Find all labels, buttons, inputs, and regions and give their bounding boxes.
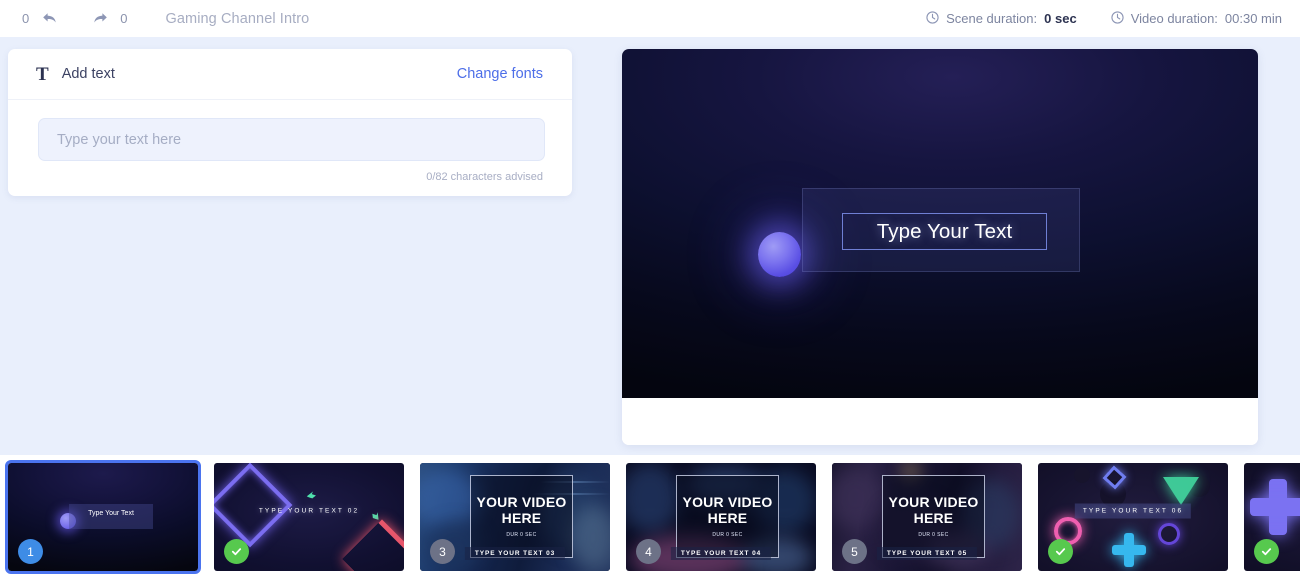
add-text-body: 0/82 characters advised <box>8 100 572 183</box>
video-preview-stage[interactable]: Type Your Text <box>622 49 1258 398</box>
neon-chevron-icon <box>342 519 404 571</box>
scene-number-badge: 4 <box>636 539 661 564</box>
redo-count: 0 <box>120 11 128 26</box>
add-text-header: T Add text Change fonts <box>8 49 572 100</box>
video-duration-label: Video duration: <box>1130 11 1218 26</box>
neon-triangle-icon <box>1163 477 1199 505</box>
scene-3-video-title: YOUR VIDEO HERE <box>476 494 567 526</box>
scene-number-badge: 5 <box>842 539 867 564</box>
scene-thumbnail-1[interactable]: Type Your Text 1 <box>5 460 201 574</box>
document-title[interactable]: Gaming Channel Intro <box>165 11 309 27</box>
scene-text-input[interactable] <box>38 118 545 161</box>
scene-thumbnail-7[interactable] <box>1244 463 1300 571</box>
scene-6-caption: TYPE YOUR TEXT 06 <box>1074 503 1192 519</box>
scene-4-caption: TYPE YOUR TEXT 04 <box>670 547 772 560</box>
video-placeholder-frame: YOUR VIDEO HERE DUR 0 SEC <box>470 475 573 558</box>
dark-circle-shape <box>1074 467 1090 483</box>
scene-4-video-title: YOUR VIDEO HERE <box>682 494 773 526</box>
scene-check-badge <box>1254 539 1279 564</box>
neon-diamond-icon <box>214 463 293 548</box>
scene-number-badge: 3 <box>430 539 455 564</box>
scene-5-video-title: YOUR VIDEO HERE <box>888 494 979 526</box>
scene-number-badge: 1 <box>18 539 43 564</box>
scene-2-caption: TYPE YOUR TEXT 02 <box>258 507 360 515</box>
scene-thumbnail-2[interactable]: TYPE YOUR TEXT 02 <box>214 463 404 571</box>
scene-check-badge <box>1048 539 1073 564</box>
history-controls: 0 0 <box>22 9 127 29</box>
video-placeholder-frame: YOUR VIDEO HERE DUR 0 SEC <box>882 475 985 558</box>
undo-count: 0 <box>22 11 30 26</box>
preview-overlay-text: Type Your Text <box>876 219 1013 243</box>
scene-check-badge <box>224 539 249 564</box>
video-duration: Video duration: 00:30 min <box>1111 10 1282 27</box>
change-fonts-button[interactable]: Change fonts <box>457 66 543 82</box>
scene-3-caption: TYPE YOUR TEXT 03 <box>464 547 566 560</box>
scene-5-caption: TYPE YOUR TEXT 05 <box>876 547 978 560</box>
text-overlay-box[interactable]: Type Your Text <box>842 213 1047 250</box>
text-overlay-panel[interactable]: Type Your Text <box>802 188 1080 272</box>
scene-timeline-strip: Type Your Text 1 TYPE YOUR TEXT 02 YOUR … <box>0 455 1300 579</box>
neon-cross-icon <box>1112 533 1146 567</box>
scene-3-video-duration: DUR 0 SEC <box>506 531 537 538</box>
scene-thumbnail-3[interactable]: YOUR VIDEO HERE DUR 0 SEC TYPE YOUR TEXT… <box>420 463 610 571</box>
add-text-title: Add text <box>61 66 115 82</box>
undo-arrow-icon[interactable] <box>38 9 60 29</box>
scene-duration-value: 0 sec <box>1044 11 1077 26</box>
text-T-icon: T <box>36 63 49 85</box>
preview-panel: Type Your Text <box>622 49 1258 445</box>
duration-info: Scene duration: 0 sec Video duration: 00… <box>926 10 1282 27</box>
add-text-panel: T Add text Change fonts 0/82 characters … <box>8 49 572 196</box>
video-placeholder-frame: YOUR VIDEO HERE DUR 0 SEC <box>676 475 779 558</box>
scene-duration: Scene duration: 0 sec <box>926 10 1077 27</box>
scene-1-caption-panel: Type Your Text <box>69 504 153 529</box>
top-toolbar: 0 0 Gaming Channel Intro Scene duration:… <box>0 0 1300 37</box>
video-duration-value: 00:30 min <box>1224 11 1282 26</box>
preview-footer-area <box>622 398 1258 445</box>
clock-icon <box>926 10 939 27</box>
scene-4-video-duration: DUR 0 SEC <box>712 531 743 538</box>
scene-thumbnail-4[interactable]: YOUR VIDEO HERE DUR 0 SEC TYPE YOUR TEXT… <box>626 463 816 571</box>
scene-5-video-duration: DUR 0 SEC <box>918 531 949 538</box>
redo-arrow-icon[interactable] <box>89 9 111 29</box>
glowing-orb-icon <box>758 232 801 277</box>
scene-thumbnail-5[interactable]: YOUR VIDEO HERE DUR 0 SEC TYPE YOUR TEXT… <box>832 463 1022 571</box>
neon-cross-icon <box>1250 479 1300 535</box>
character-counter: 0/82 characters advised <box>426 171 543 183</box>
scene-1-caption: Type Your Text <box>88 510 134 517</box>
scene-thumbnail-list: Type Your Text 1 TYPE YOUR TEXT 02 YOUR … <box>5 460 1300 574</box>
scene-duration-label: Scene duration: <box>946 11 1038 26</box>
scene-thumbnail-6[interactable]: TYPE YOUR TEXT 06 <box>1038 463 1228 571</box>
clock-icon <box>1111 10 1124 27</box>
neon-ring-icon <box>1158 523 1180 545</box>
